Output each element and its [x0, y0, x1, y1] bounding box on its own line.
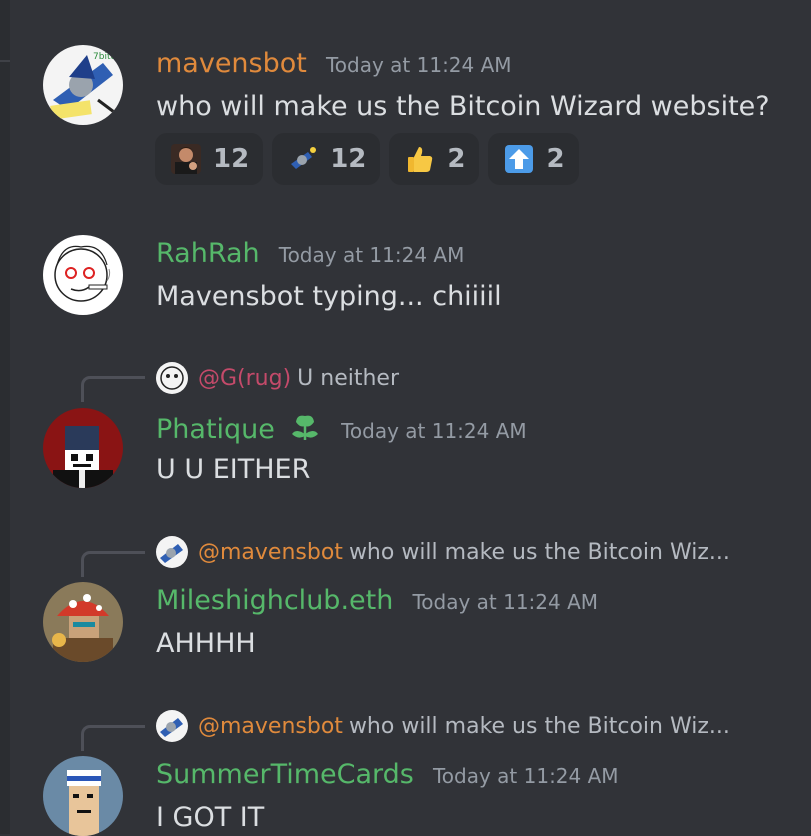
- reply-connector: [81, 725, 145, 751]
- author-name[interactable]: SummerTimeCards: [156, 759, 414, 790]
- up-arrow-emoji-icon: [505, 145, 534, 173]
- reaction-count: 12: [330, 144, 367, 174]
- wizard-emoji-icon: [291, 147, 317, 169]
- reply-preview[interactable]: @mavensbot who will make us the Bitcoin …: [156, 536, 730, 568]
- message-text: U U EITHER: [156, 454, 311, 485]
- reply-preview[interactable]: @G(rug) U neither: [156, 362, 399, 394]
- reactions-bar: 12 12 2 2: [155, 133, 579, 185]
- reply-text: who will make us the Bitcoin Wiz...: [348, 539, 730, 565]
- author-name[interactable]: mavensbot: [156, 48, 307, 79]
- timestamp[interactable]: Today at 11:24 AM: [341, 419, 527, 443]
- reply-mention[interactable]: @G(rug): [198, 366, 291, 391]
- thumbs-up-emoji-icon: [408, 147, 433, 172]
- reaction-count: 12: [213, 144, 250, 174]
- message-text: I GOT IT: [156, 802, 265, 833]
- reaction-thumbs-up[interactable]: 2: [389, 133, 480, 185]
- man-pointing-emoji-icon: [171, 144, 201, 174]
- message-text: Mavensbot typing... chiiiil: [156, 281, 502, 312]
- avatar[interactable]: [43, 235, 123, 315]
- wizard-mini-avatar-icon: [156, 710, 188, 742]
- reply-avatar: [156, 710, 188, 742]
- rug-avatar-icon: [156, 362, 188, 394]
- svg-text:7bitc: 7bitc: [93, 52, 115, 62]
- reaction-count: 2: [546, 144, 565, 174]
- wizard-mini-avatar-icon: [156, 536, 188, 568]
- mushroom-avatar-icon: [43, 582, 123, 662]
- reply-preview[interactable]: @mavensbot who will make us the Bitcoin …: [156, 710, 730, 742]
- sketch-face-avatar-icon: [43, 235, 123, 315]
- reaction-wizard[interactable]: 12: [272, 133, 381, 185]
- reply-avatar: [156, 362, 188, 394]
- reply-connector: [81, 376, 145, 402]
- leaf-badge-icon[interactable]: [288, 410, 322, 444]
- message-text: AHHHH: [156, 628, 256, 659]
- author-name[interactable]: Phatique: [156, 414, 275, 445]
- avatar[interactable]: 7bitc: [43, 45, 123, 125]
- reaction-up-arrow[interactable]: 2: [488, 133, 579, 185]
- author-name[interactable]: Mileshighclub.eth: [156, 585, 393, 616]
- pixel-skull-avatar-icon: [43, 408, 123, 488]
- timestamp[interactable]: Today at 11:24 AM: [412, 590, 598, 614]
- timestamp[interactable]: Today at 11:24 AM: [326, 53, 512, 77]
- reaction-man-pointing[interactable]: 12: [155, 133, 264, 185]
- timestamp[interactable]: Today at 11:24 AM: [279, 243, 465, 267]
- avatar[interactable]: [43, 582, 123, 662]
- reply-avatar: [156, 536, 188, 568]
- message-text: who will make us the Bitcoin Wizard webs…: [156, 91, 770, 122]
- channel-left-rail: [0, 0, 10, 834]
- rail-divider: [0, 60, 10, 62]
- timestamp[interactable]: Today at 11:24 AM: [433, 764, 619, 788]
- reaction-count: 2: [447, 144, 466, 174]
- reply-text: U neither: [297, 365, 400, 391]
- avatar[interactable]: [43, 408, 123, 488]
- avatar[interactable]: [43, 756, 123, 836]
- reply-text: who will make us the Bitcoin Wiz...: [348, 713, 730, 739]
- reply-connector: [81, 551, 145, 577]
- punk-avatar-icon: [43, 756, 123, 836]
- wizard-avatar-icon: 7bitc: [43, 45, 123, 125]
- reply-mention[interactable]: @mavensbot: [198, 714, 343, 739]
- author-name[interactable]: RahRah: [156, 238, 260, 269]
- reply-mention[interactable]: @mavensbot: [198, 540, 343, 565]
